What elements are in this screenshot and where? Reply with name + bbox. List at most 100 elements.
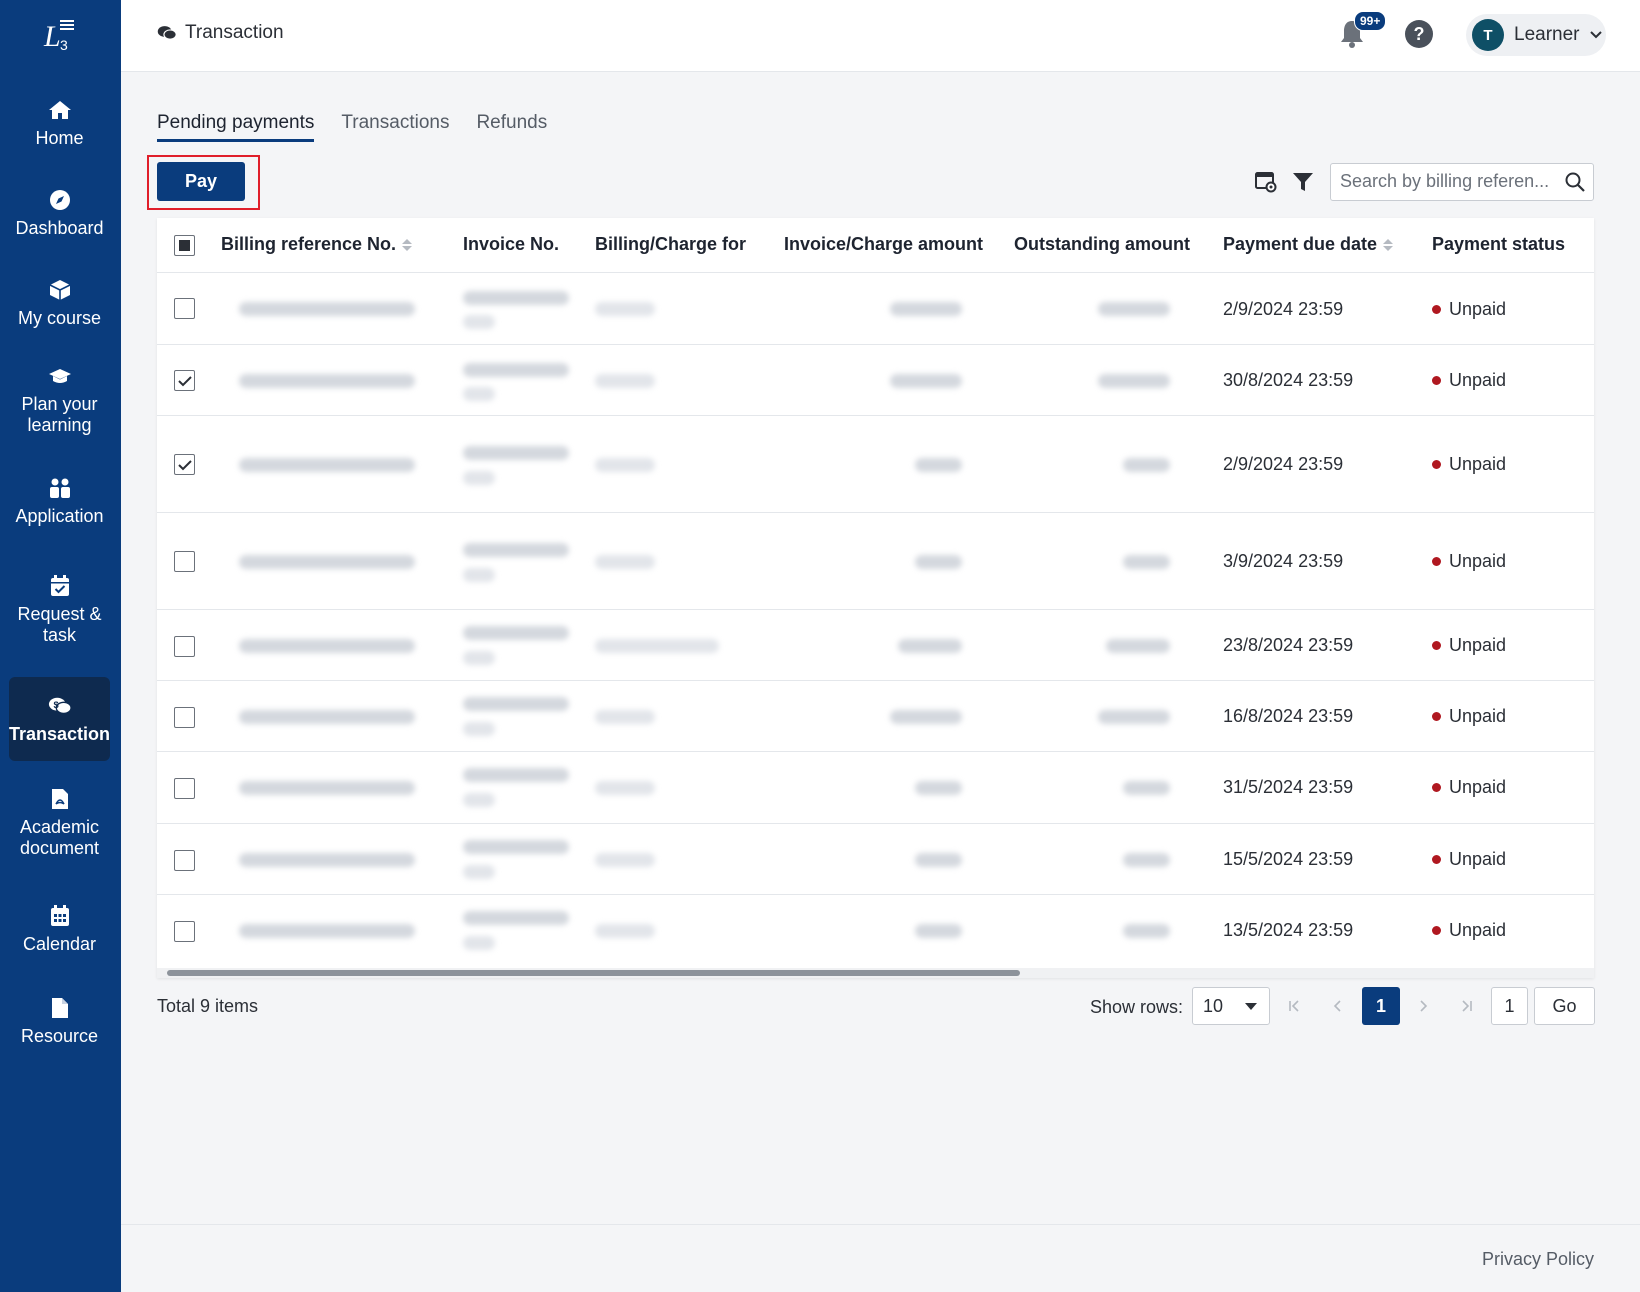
show-rows-label: Show rows: <box>1090 997 1184 1017</box>
invoice-amount-redacted <box>915 853 962 867</box>
select-all-checkbox[interactable] <box>174 235 195 256</box>
next-page-button[interactable] <box>1405 987 1443 1025</box>
invoice-no-redacted <box>463 471 495 485</box>
status-badge: Unpaid <box>1432 635 1506 656</box>
invoice-no-redacted <box>463 651 495 665</box>
table-row[interactable]: 16/8/2024 23:59 Unpaid <box>157 681 1594 752</box>
billing-ref-redacted <box>239 302 415 316</box>
row-checkbox[interactable] <box>174 778 195 799</box>
sidebar-item-application[interactable]: Application <box>9 468 110 534</box>
tab-pending-payments[interactable]: Pending payments <box>157 112 315 142</box>
invoice-no-redacted <box>463 768 569 782</box>
column-header-outstanding-amount: Outstanding amount <box>1014 234 1190 254</box>
invoice-no-redacted <box>463 697 569 711</box>
sidebar-item-my-course[interactable]: My course <box>9 270 110 336</box>
first-page-button[interactable] <box>1275 987 1313 1025</box>
status-badge: Unpaid <box>1432 849 1506 870</box>
row-checkbox[interactable] <box>174 636 195 657</box>
sidebar-item-label: Application <box>15 505 104 526</box>
status-dot <box>1432 641 1441 650</box>
last-page-icon <box>1462 1000 1472 1012</box>
sidebar-item-resource[interactable]: Resource <box>9 988 110 1054</box>
column-header-due-date[interactable]: Payment due date <box>1223 234 1394 255</box>
table-row[interactable]: 31/5/2024 23:59 Unpaid <box>157 752 1594 824</box>
goto-page-input[interactable]: 1 <box>1491 987 1528 1025</box>
users-icon <box>48 476 72 500</box>
row-checkbox[interactable] <box>174 707 195 728</box>
table-row[interactable]: 13/5/2024 23:59 Unpaid <box>157 895 1594 967</box>
go-button[interactable]: Go <box>1534 987 1595 1025</box>
billing-ref-redacted <box>239 555 415 569</box>
billing-ref-redacted <box>239 781 415 795</box>
row-checkbox[interactable] <box>174 454 195 475</box>
invoice-no-redacted <box>463 291 569 305</box>
sidebar-item-label: Resource <box>20 1025 99 1046</box>
sidebar-item-calendar[interactable]: Calendar <box>9 896 110 962</box>
graduation-cap-icon <box>48 364 72 388</box>
sidebar-item-request-task[interactable]: Request & task <box>9 570 110 650</box>
invoice-amount-redacted <box>890 710 962 724</box>
invoice-no-redacted <box>463 446 569 460</box>
row-checkbox[interactable] <box>174 921 195 942</box>
billing-ref-redacted <box>239 639 415 653</box>
compass-icon <box>48 188 72 212</box>
table-row[interactable]: 3/9/2024 23:59 Unpaid <box>157 513 1594 610</box>
sort-icon[interactable] <box>402 238 413 251</box>
invoice-no-redacted <box>463 865 495 879</box>
tab-refunds[interactable]: Refunds <box>476 112 547 142</box>
cube-icon <box>48 278 72 302</box>
sidebar-item-transaction[interactable]: $ Transaction <box>9 677 110 761</box>
outstanding-amount-redacted <box>1123 781 1170 795</box>
column-header-billing-ref[interactable]: Billing reference No. <box>221 234 413 255</box>
sidebar-item-dashboard[interactable]: Dashboard <box>9 180 110 246</box>
row-checkbox[interactable] <box>174 551 195 572</box>
tab-transactions[interactable]: Transactions <box>341 112 449 142</box>
invoice-no-redacted <box>463 568 495 582</box>
last-page-button[interactable] <box>1448 987 1486 1025</box>
prev-page-button[interactable] <box>1318 987 1356 1025</box>
table-row[interactable]: 2/9/2024 23:59 Unpaid <box>157 416 1594 513</box>
row-checkbox[interactable] <box>174 370 195 391</box>
table-row[interactable]: 23/8/2024 23:59 Unpaid <box>157 610 1594 681</box>
status-badge: Unpaid <box>1432 299 1506 320</box>
invoice-no-redacted <box>463 315 495 329</box>
help-icon[interactable]: ? <box>1404 19 1434 49</box>
pay-button[interactable]: Pay <box>157 162 245 201</box>
horizontal-scrollbar[interactable] <box>157 968 1594 978</box>
status-dot <box>1432 783 1441 792</box>
column-settings-icon[interactable] <box>1254 170 1278 194</box>
table-row[interactable]: 2/9/2024 23:59 Unpaid <box>157 273 1594 345</box>
invoice-no-redacted <box>463 911 569 925</box>
dollar-chat-icon: $ <box>48 694 72 718</box>
charge-for-redacted <box>595 853 655 867</box>
sidebar-item-home[interactable]: Home <box>9 90 110 156</box>
sidebar-item-plan-your-learning[interactable]: Plan your learning <box>9 360 110 440</box>
scrollbar-thumb[interactable] <box>167 970 1020 976</box>
breadcrumb: Transaction <box>157 22 284 44</box>
invoice-amount-redacted <box>915 458 962 472</box>
invoice-no-redacted <box>463 722 495 736</box>
table-row[interactable]: 30/8/2024 23:59 Unpaid <box>157 345 1594 416</box>
status-dot <box>1432 926 1441 935</box>
search-icon[interactable] <box>1565 172 1585 192</box>
outstanding-amount-redacted <box>1123 458 1170 472</box>
search-input[interactable] <box>1331 164 1551 198</box>
filter-icon[interactable] <box>1291 170 1315 194</box>
column-header-invoice-amount: Invoice/Charge amount <box>784 234 984 254</box>
row-checkbox[interactable] <box>174 298 195 319</box>
privacy-policy-link[interactable]: Privacy Policy <box>1482 1249 1594 1270</box>
rows-per-page-select[interactable]: 10 <box>1192 987 1270 1025</box>
pending-payments-table: Billing reference No. Invoice No. Billin… <box>157 218 1594 978</box>
logo-icon[interactable]: L 3 <box>40 14 80 54</box>
user-menu[interactable]: T Learner <box>1466 14 1606 56</box>
pdf-file-icon <box>48 787 72 811</box>
svg-text:L: L <box>43 20 61 53</box>
row-checkbox[interactable] <box>174 850 195 871</box>
page-button-current[interactable]: 1 <box>1362 987 1400 1025</box>
invoice-no-redacted <box>463 626 569 640</box>
sidebar-item-label: Dashboard <box>15 217 104 238</box>
sidebar-item-academic-document[interactable]: Academic document <box>9 783 110 863</box>
status-dot <box>1432 855 1441 864</box>
table-row[interactable]: 15/5/2024 23:59 Unpaid <box>157 824 1594 895</box>
sort-icon[interactable] <box>1383 238 1394 251</box>
